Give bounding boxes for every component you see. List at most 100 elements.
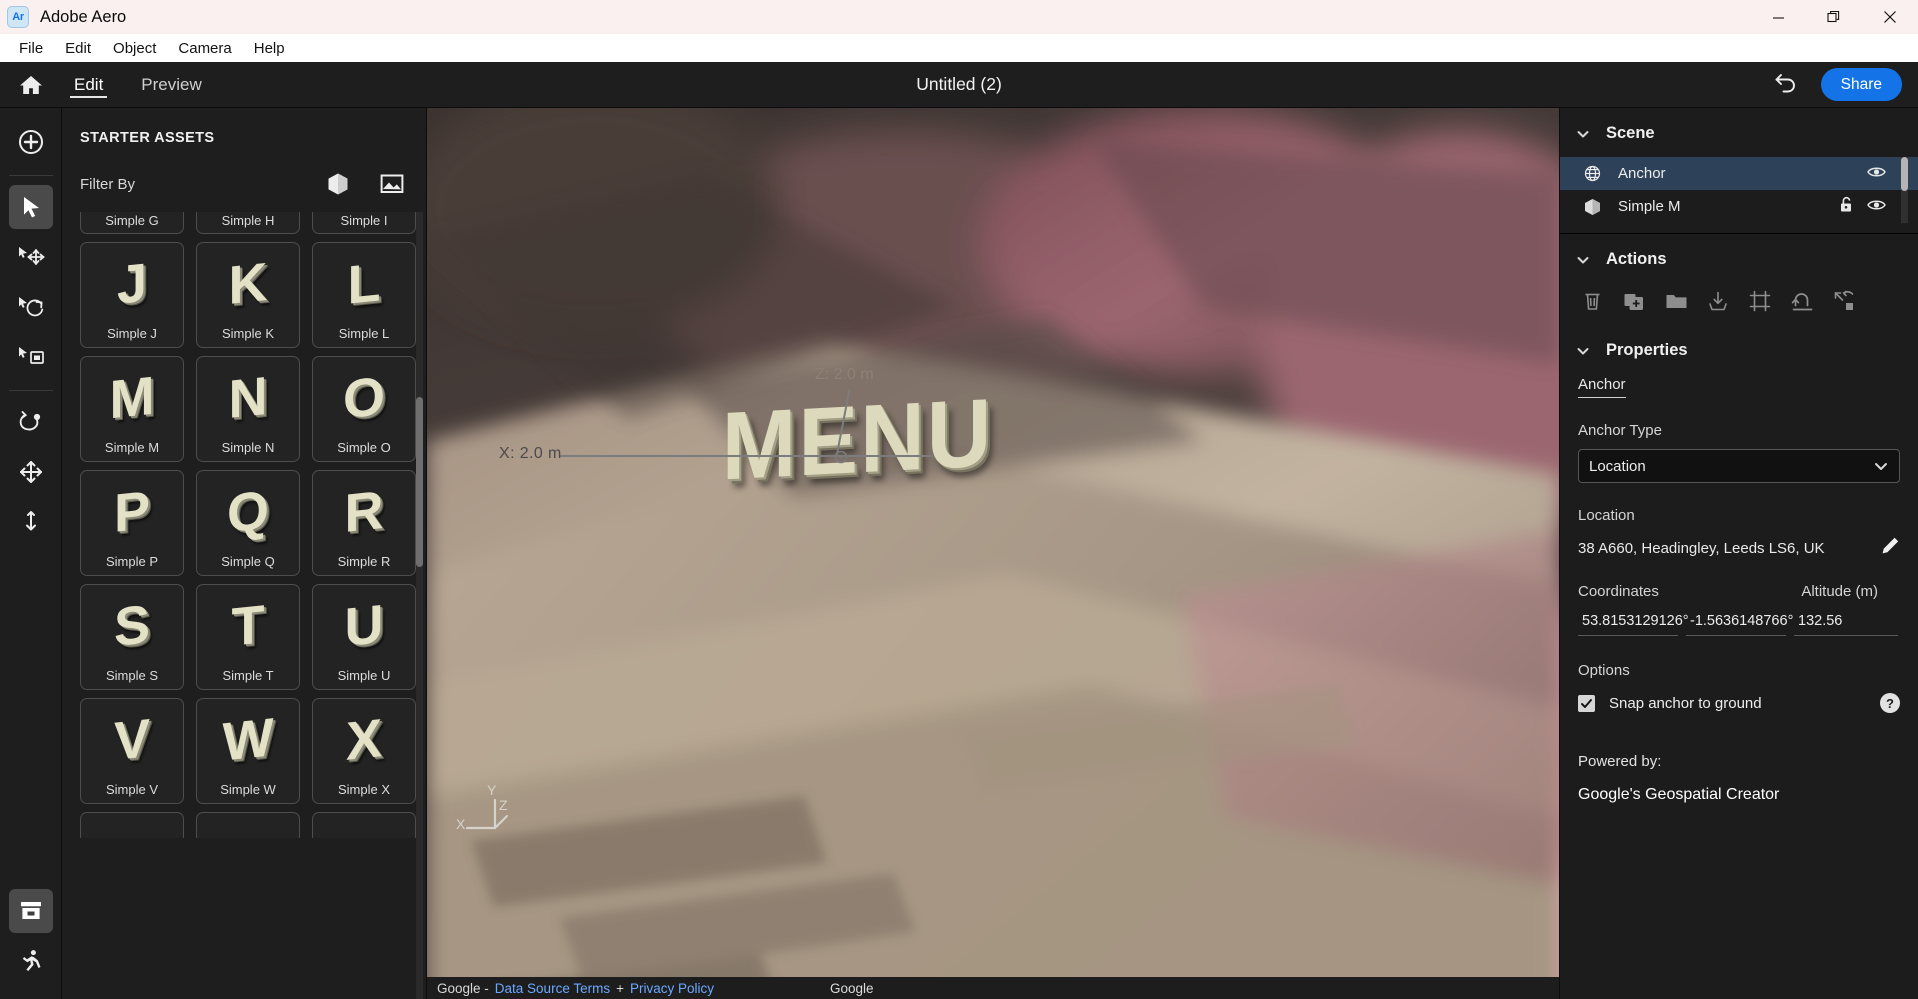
scale-tool[interactable]	[9, 335, 53, 379]
asset-label: Simple H	[221, 213, 275, 228]
asset-card[interactable]: X Simple X	[312, 698, 416, 804]
scene-list-scrollbar-thumb[interactable]	[1901, 157, 1908, 191]
select-tool[interactable]	[8, 185, 53, 229]
asset-card[interactable]: S Simple S	[80, 584, 184, 690]
asset-card[interactable]	[312, 812, 416, 838]
asset-card[interactable]: T Simple T	[196, 584, 300, 690]
pan-tool[interactable]	[9, 450, 53, 494]
chevron-down-icon[interactable]	[1576, 253, 1590, 267]
google-attribution-label: Google -	[437, 980, 489, 996]
asset-card[interactable]: J Simple J	[80, 242, 184, 348]
rotate-tool[interactable]	[9, 285, 53, 329]
anchor-point-marker	[834, 450, 848, 464]
undo-arrow-icon[interactable]	[1788, 287, 1816, 315]
asset-card[interactable]: Simple G	[80, 212, 184, 234]
minimize-button[interactable]	[1750, 0, 1806, 34]
unlock-icon[interactable]	[1839, 196, 1853, 217]
drop-to-surface-tool[interactable]	[9, 500, 53, 544]
asset-label: Simple S	[105, 668, 159, 683]
actions-section-header[interactable]: Actions	[1560, 234, 1918, 269]
scene-row-simple-m[interactable]: Simple M	[1560, 190, 1918, 223]
asset-card[interactable]: Simple H	[196, 212, 300, 234]
scene-row-anchor[interactable]: Anchor	[1560, 157, 1918, 190]
menu-edit[interactable]: Edit	[54, 37, 102, 60]
menu-camera[interactable]: Camera	[167, 37, 242, 60]
assets-scroll-area[interactable]: Simple G Simple H Simple I J Simple J K	[62, 212, 426, 999]
filter-by-label: Filter By	[80, 175, 136, 193]
question-mark-icon[interactable]: ?	[1880, 693, 1900, 713]
anchor-type-value: Location	[1589, 457, 1646, 475]
menu-file[interactable]: File	[8, 37, 54, 60]
asset-card[interactable]: P Simple P	[80, 470, 184, 576]
asset-card[interactable]: L Simple L	[312, 242, 416, 348]
home-button[interactable]	[0, 62, 62, 108]
data-source-terms-link[interactable]: Data Source Terms	[495, 981, 610, 996]
asset-card[interactable]: Simple I	[312, 212, 416, 234]
assets-scrollbar[interactable]	[416, 212, 423, 999]
asset-card[interactable]	[196, 812, 300, 838]
asset-thumbnail: N	[228, 365, 268, 431]
chevron-down-icon[interactable]	[1576, 127, 1590, 141]
tab-preview[interactable]: Preview	[137, 62, 205, 108]
menu-object[interactable]: Object	[102, 37, 167, 60]
privacy-policy-link[interactable]: Privacy Policy	[630, 981, 714, 996]
latitude-field[interactable]: 53.8153129126°	[1578, 610, 1689, 636]
add-object-tool[interactable]	[9, 120, 53, 164]
asset-card[interactable]: K Simple K	[196, 242, 300, 348]
download-arrow-icon[interactable]	[1704, 287, 1732, 315]
undo-icon[interactable]	[1773, 71, 1799, 98]
move-tool[interactable]	[9, 235, 53, 279]
close-button[interactable]	[1862, 0, 1918, 34]
maximize-restore-button[interactable]	[1806, 0, 1862, 34]
assets-library-tool[interactable]	[8, 889, 53, 933]
coordinates-label: Coordinates	[1578, 583, 1659, 600]
swap-replace-icon[interactable]	[1830, 287, 1858, 315]
asset-card[interactable]: O Simple O	[312, 356, 416, 462]
menu-3d-object[interactable]: MENU	[722, 378, 994, 503]
tool-rail	[0, 108, 62, 999]
anchor-type-select[interactable]: Location	[1578, 449, 1900, 483]
adobe-aero-app-icon: Ar	[7, 6, 29, 28]
menu-help[interactable]: Help	[243, 37, 296, 60]
coordinates-header-row: Coordinates Altitude (m)	[1578, 583, 1900, 600]
share-button[interactable]: Share	[1820, 68, 1902, 101]
snap-anchor-row: Snap anchor to ground ?	[1578, 693, 1900, 713]
image-icon[interactable]	[380, 172, 404, 196]
chevron-down-icon[interactable]	[1873, 458, 1889, 474]
cube-icon[interactable]	[326, 172, 350, 196]
properties-section-header[interactable]: Properties	[1560, 315, 1918, 360]
snap-anchor-checkbox[interactable]	[1578, 694, 1595, 712]
scene-list-scrollbar[interactable]	[1901, 157, 1908, 223]
properties-tab-anchor[interactable]: Anchor	[1578, 376, 1626, 398]
asset-card[interactable]: U Simple U	[312, 584, 416, 690]
behaviors-tool[interactable]	[9, 939, 53, 983]
altitude-field[interactable]: 132.56	[1794, 610, 1898, 636]
asset-label: Simple I	[340, 213, 388, 228]
tab-edit[interactable]: Edit	[70, 62, 108, 108]
eye-visibility-icon[interactable]	[1867, 165, 1886, 183]
assets-scrollbar-thumb[interactable]	[416, 397, 423, 567]
orbit-tool[interactable]	[9, 400, 53, 444]
asset-card[interactable]: R Simple R	[312, 470, 416, 576]
powered-by-label: Powered by:	[1578, 753, 1662, 770]
asset-card[interactable]	[80, 812, 184, 838]
folder-icon[interactable]	[1662, 287, 1690, 315]
asset-card[interactable]: M Simple M	[80, 356, 184, 462]
eye-visibility-icon[interactable]	[1867, 198, 1886, 216]
asset-card[interactable]: W Simple W	[196, 698, 300, 804]
trash-icon[interactable]	[1578, 287, 1606, 315]
scene-section-header[interactable]: Scene	[1560, 108, 1918, 143]
asset-card[interactable]: N Simple N	[196, 356, 300, 462]
chevron-down-icon[interactable]	[1576, 344, 1590, 358]
scene-layer-list[interactable]: Anchor Simple M	[1560, 157, 1918, 223]
crop-frame-icon[interactable]	[1746, 287, 1774, 315]
pencil-icon[interactable]	[1880, 536, 1900, 561]
actions-toolbar	[1560, 269, 1918, 315]
scene-viewport[interactable]: MENU X: 2.0 m Z: 2.0 m Y X Z Google - Da…	[427, 108, 1559, 999]
asset-card[interactable]: V Simple V	[80, 698, 184, 804]
axis-y-label: Y	[487, 782, 497, 798]
longitude-field[interactable]: -1.5636148766°	[1686, 610, 1793, 636]
asset-card[interactable]: Q Simple Q	[196, 470, 300, 576]
x-measure-label: X: 2.0 m	[499, 445, 562, 462]
duplicate-icon[interactable]	[1620, 287, 1648, 315]
